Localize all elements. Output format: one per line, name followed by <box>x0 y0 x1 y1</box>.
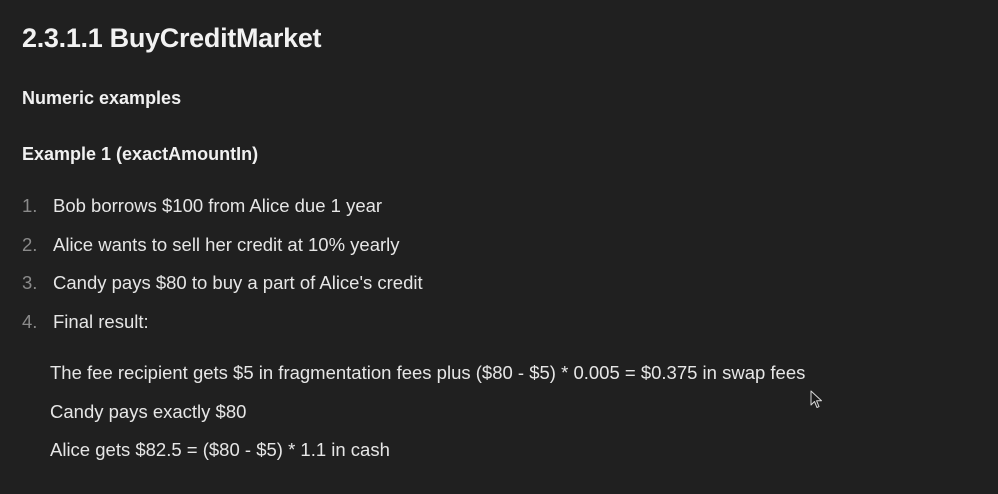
list-item-text: Alice wants to sell her credit at 10% ye… <box>53 233 400 255</box>
list-item-text: Bob borrows $100 from Alice due 1 year <box>53 195 383 216</box>
document-content: 2.3.1.1 BuyCreditMarket Numeric examples… <box>22 0 998 494</box>
list-item-text: Final result: <box>53 310 149 332</box>
steps-list: 1. Bob borrows $100 from Alice due 1 yea… <box>22 195 423 349</box>
list-item-number: 4. <box>22 310 38 332</box>
list-item-number: 1. <box>22 195 38 216</box>
list-item-number: 3. <box>22 272 38 293</box>
list-item-text: Candy pays $80 to buy a part of Alice's … <box>53 272 423 293</box>
list-item: 1. Bob borrows $100 from Alice due 1 yea… <box>22 195 423 234</box>
list-item: 3. Candy pays $80 to buy a part of Alice… <box>22 272 423 311</box>
result-line-fees: The fee recipient gets $5 in fragmentati… <box>50 362 806 383</box>
list-item-number: 2. <box>22 233 38 255</box>
list-item: 2. Alice wants to sell her credit at 10%… <box>22 234 423 273</box>
numeric-examples-heading: Numeric examples <box>22 88 182 108</box>
result-line-alice: Alice gets $82.5 = ($80 - $5) * 1.1 in c… <box>50 439 390 460</box>
section-heading: 2.3.1.1 BuyCreditMarket <box>22 23 322 53</box>
example-1-heading: Example 1 (exactAmountIn) <box>22 144 259 164</box>
list-item: 4. Final result: <box>22 311 423 350</box>
mouse-pointer-icon <box>810 390 822 408</box>
final-result-block: The fee recipient gets $5 in fragmentati… <box>50 362 805 478</box>
result-line-candy: Candy pays exactly $80 <box>50 400 247 422</box>
